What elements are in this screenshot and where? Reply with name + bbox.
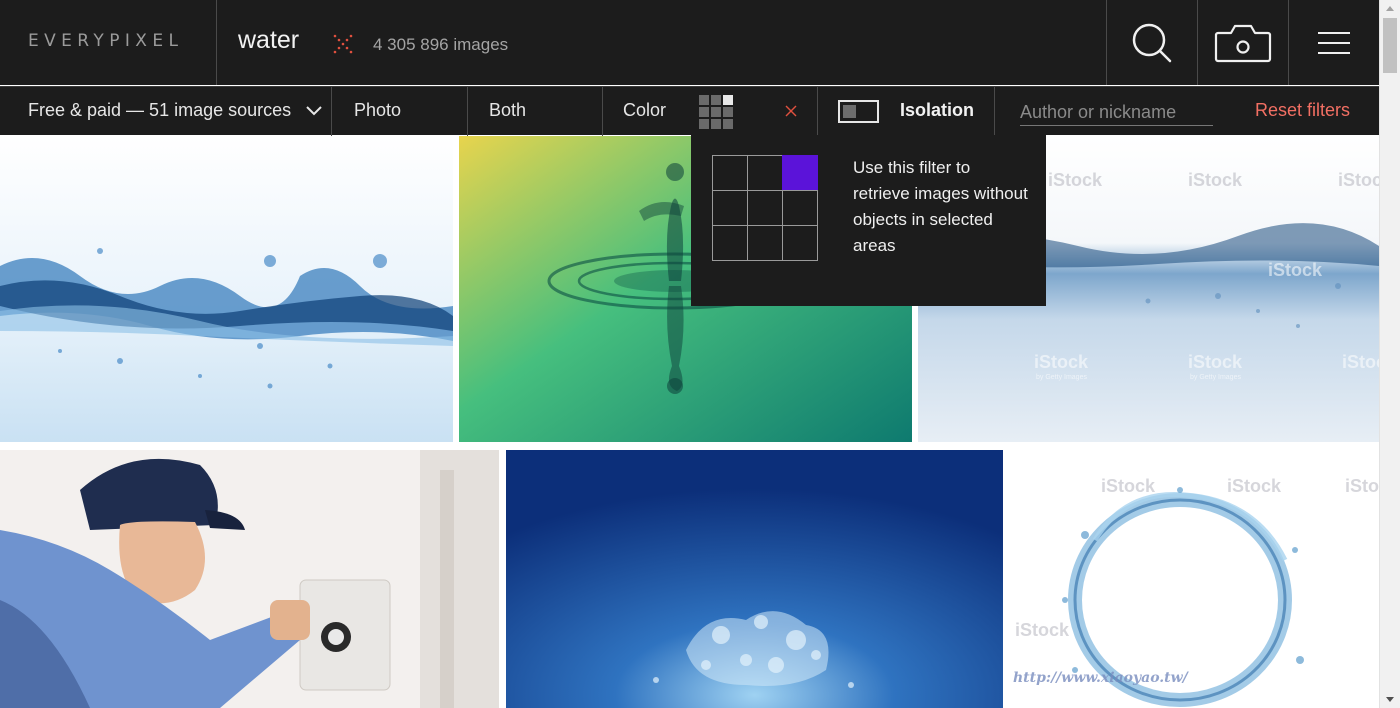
image-water-wave[interactable]: [0, 136, 453, 442]
image-underwater-bubbles[interactable]: [506, 450, 1003, 708]
istock-watermark: iStock: [1034, 352, 1089, 372]
istock-watermark: iStock: [1342, 352, 1379, 372]
orientation-filter-both[interactable]: Both: [489, 100, 526, 121]
reset-filters-link[interactable]: Reset filters: [1255, 100, 1350, 121]
toggle-knob: [843, 105, 856, 118]
header-divider: [216, 0, 217, 85]
istock-watermark-sub: by Getty Images: [1190, 374, 1241, 381]
scroll-down-icon[interactable]: [1386, 697, 1394, 702]
istock-watermark: iStock: [1015, 620, 1070, 640]
area-cell[interactable]: [746, 224, 783, 261]
color-filter[interactable]: Color: [623, 100, 666, 121]
filter-divider: [602, 87, 603, 136]
popup-description: Use this filter to retrieve images witho…: [853, 158, 1028, 255]
search-button[interactable]: [1107, 0, 1197, 85]
istock-watermark: iStock: [1345, 476, 1379, 496]
filter-divider: [331, 87, 332, 136]
filter-divider: [817, 87, 818, 136]
istock-watermark-sub: by Getty Images: [1036, 374, 1087, 381]
area-cell[interactable]: [711, 224, 748, 261]
istock-watermark: iStock: [1101, 476, 1156, 496]
menu-icon: [1318, 31, 1350, 54]
chevron-down-icon: [306, 106, 322, 116]
istock-watermark: iStock: [1268, 260, 1323, 280]
search-icon: [1132, 23, 1172, 62]
image-plumber[interactable]: [0, 450, 499, 708]
top-header: EVERYPIXEL water 4 305 896 images: [0, 0, 1379, 85]
camera-icon: [1214, 24, 1272, 62]
area-selector-grid: [711, 154, 818, 261]
scroll-up-icon[interactable]: [1386, 6, 1394, 11]
istock-watermark: iStock: [1188, 352, 1243, 372]
source-filter-label: Free & paid — 51 image sources: [28, 100, 292, 120]
search-query[interactable]: water: [238, 26, 299, 55]
everypixel-logo[interactable]: EVERYPIXEL: [28, 31, 183, 51]
result-count: 4 305 896 images: [373, 35, 509, 54]
area-cell[interactable]: [781, 189, 818, 226]
area-filter-tab[interactable]: [691, 87, 817, 136]
istock-watermark: iStock: [1227, 476, 1282, 496]
isolation-toggle[interactable]: [838, 100, 879, 123]
source-filter-dropdown[interactable]: Free & paid — 51 image sources: [28, 100, 322, 121]
image-water-ring[interactable]: iStock iStock iStock iStock http://www.x…: [1005, 450, 1379, 708]
author-input[interactable]: [1020, 99, 1213, 126]
istock-watermark: iStock: [1338, 170, 1379, 190]
site-watermark: http://www.xiaoyao.tw/: [1013, 670, 1188, 686]
istock-watermark: iStock: [1048, 170, 1103, 190]
area-cell[interactable]: [711, 154, 748, 191]
area-cell-selected[interactable]: [781, 154, 818, 191]
isolation-label[interactable]: Isolation: [900, 100, 974, 121]
type-filter-photo[interactable]: Photo: [354, 100, 401, 121]
area-cell[interactable]: [746, 189, 783, 226]
clear-query-icon[interactable]: [333, 34, 353, 54]
area-cell[interactable]: [746, 154, 783, 191]
area-grid-icon: [699, 95, 733, 129]
menu-button[interactable]: [1289, 0, 1379, 85]
scroll-thumb[interactable]: [1383, 18, 1397, 73]
filter-divider: [994, 87, 995, 136]
filter-divider: [467, 87, 468, 136]
isolation-area-popup: Use this filter to retrieve images witho…: [691, 135, 1046, 306]
camera-search-button[interactable]: [1198, 0, 1288, 85]
close-icon[interactable]: [784, 104, 798, 118]
filter-bar: Free & paid — 51 image sources Photo Bot…: [0, 86, 1379, 136]
area-cell[interactable]: [781, 224, 818, 261]
istock-watermark: iStock: [1188, 170, 1243, 190]
page-scrollbar[interactable]: [1379, 0, 1400, 708]
area-cell[interactable]: [711, 189, 748, 226]
